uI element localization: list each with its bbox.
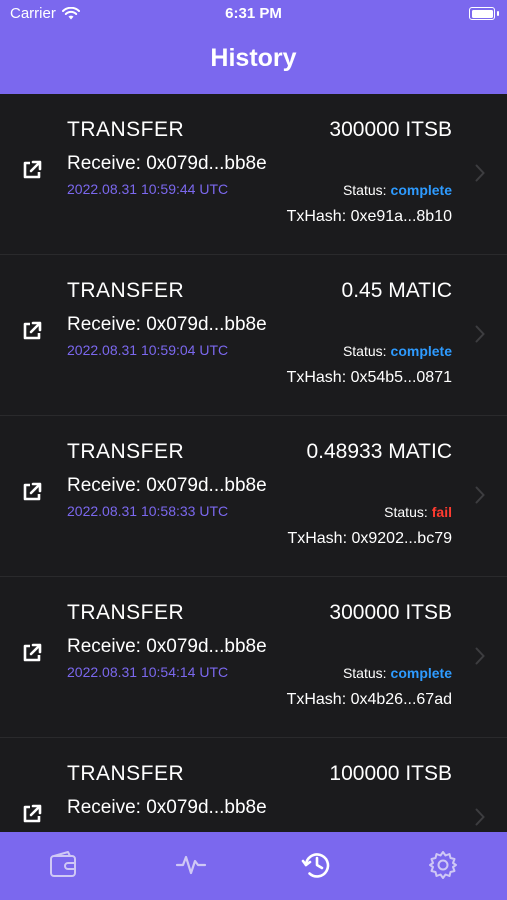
- status-text: Status: complete: [343, 343, 452, 359]
- transaction-date: 2022.08.31 10:59:44 UTC: [67, 181, 229, 197]
- page-title: History: [210, 44, 297, 72]
- transaction-amount: 100000 ITSB: [329, 762, 452, 785]
- receive-address: Receive: 0x079d...bb8e: [67, 797, 267, 818]
- transaction-type: TRANSFER: [67, 762, 185, 785]
- wallet-icon[interactable]: [47, 848, 81, 882]
- transaction-date: 2022.08.31 10:54:14 UTC: [67, 664, 229, 680]
- status-value: fail: [431, 504, 452, 520]
- status-label: Status:: [342, 343, 387, 359]
- battery-icon: [469, 7, 499, 20]
- tab-bar: [0, 832, 507, 900]
- status-bar: Carrier 6:31 PM: [0, 0, 507, 28]
- tx-hash: TxHash: 0x4b26...67ad: [286, 691, 452, 708]
- chevron-right-icon: [475, 647, 485, 665]
- transaction-amount: 0.48933 MATIC: [306, 440, 452, 463]
- external-link-icon[interactable]: [20, 641, 44, 665]
- history-icon[interactable]: [300, 848, 334, 882]
- history-row[interactable]: TRANSFER 0.45 MATIC Receive: 0x079d...bb…: [0, 255, 507, 416]
- transaction-amount: 300000 ITSB: [329, 118, 452, 141]
- history-row[interactable]: TRANSFER 300000 ITSB Receive: 0x079d...b…: [0, 577, 507, 738]
- receive-address: Receive: 0x079d...bb8e: [67, 636, 267, 657]
- status-text: Status: complete: [343, 665, 452, 681]
- status-value: complete: [390, 182, 452, 198]
- status-text: Status: complete: [343, 182, 452, 198]
- status-label: Status:: [342, 182, 387, 198]
- receive-address: Receive: 0x079d...bb8e: [67, 314, 267, 335]
- external-link-icon[interactable]: [20, 802, 44, 826]
- external-link-icon[interactable]: [20, 319, 44, 343]
- activity-icon[interactable]: [174, 848, 208, 882]
- tx-hash: TxHash: 0xe91a...8b10: [286, 208, 452, 225]
- tx-hash: TxHash: 0x9202...bc79: [287, 530, 452, 547]
- history-row[interactable]: TRANSFER 0.48933 MATIC Receive: 0x079d..…: [0, 416, 507, 577]
- chevron-right-icon: [475, 164, 485, 182]
- transaction-amount: 0.45 MATIC: [341, 279, 452, 302]
- tx-hash: TxHash: 0x54b5...0871: [286, 369, 452, 386]
- transaction-type: TRANSFER: [67, 440, 185, 463]
- transaction-type: TRANSFER: [67, 118, 185, 141]
- status-value: complete: [390, 343, 452, 359]
- transaction-type: TRANSFER: [67, 279, 185, 302]
- external-link-icon[interactable]: [20, 158, 44, 182]
- history-row[interactable]: TRANSFER 100000 ITSB Receive: 0x079d...b…: [0, 738, 507, 832]
- status-label: Status:: [384, 504, 428, 520]
- chevron-right-icon: [475, 325, 485, 343]
- transaction-date: 2022.08.31 10:58:33 UTC: [67, 503, 229, 519]
- transaction-type: TRANSFER: [67, 601, 185, 624]
- status-value: complete: [390, 665, 452, 681]
- settings-icon[interactable]: [426, 848, 460, 882]
- chevron-right-icon: [475, 808, 485, 826]
- status-label: Status:: [342, 665, 387, 681]
- history-list[interactable]: TRANSFER 300000 ITSB Receive: 0x079d...b…: [0, 94, 507, 832]
- external-link-icon[interactable]: [20, 480, 44, 504]
- clock: 6:31 PM: [225, 5, 282, 22]
- transaction-amount: 300000 ITSB: [329, 601, 452, 624]
- header: Carrier 6:31 PM History: [0, 0, 507, 94]
- transaction-date: 2022.08.31 10:59:04 UTC: [67, 342, 229, 358]
- receive-address: Receive: 0x079d...bb8e: [67, 475, 267, 496]
- history-row[interactable]: TRANSFER 300000 ITSB Receive: 0x079d...b…: [0, 94, 507, 255]
- receive-address: Receive: 0x079d...bb8e: [67, 153, 267, 174]
- chevron-right-icon: [475, 486, 485, 504]
- status-text: Status: fail: [384, 504, 452, 520]
